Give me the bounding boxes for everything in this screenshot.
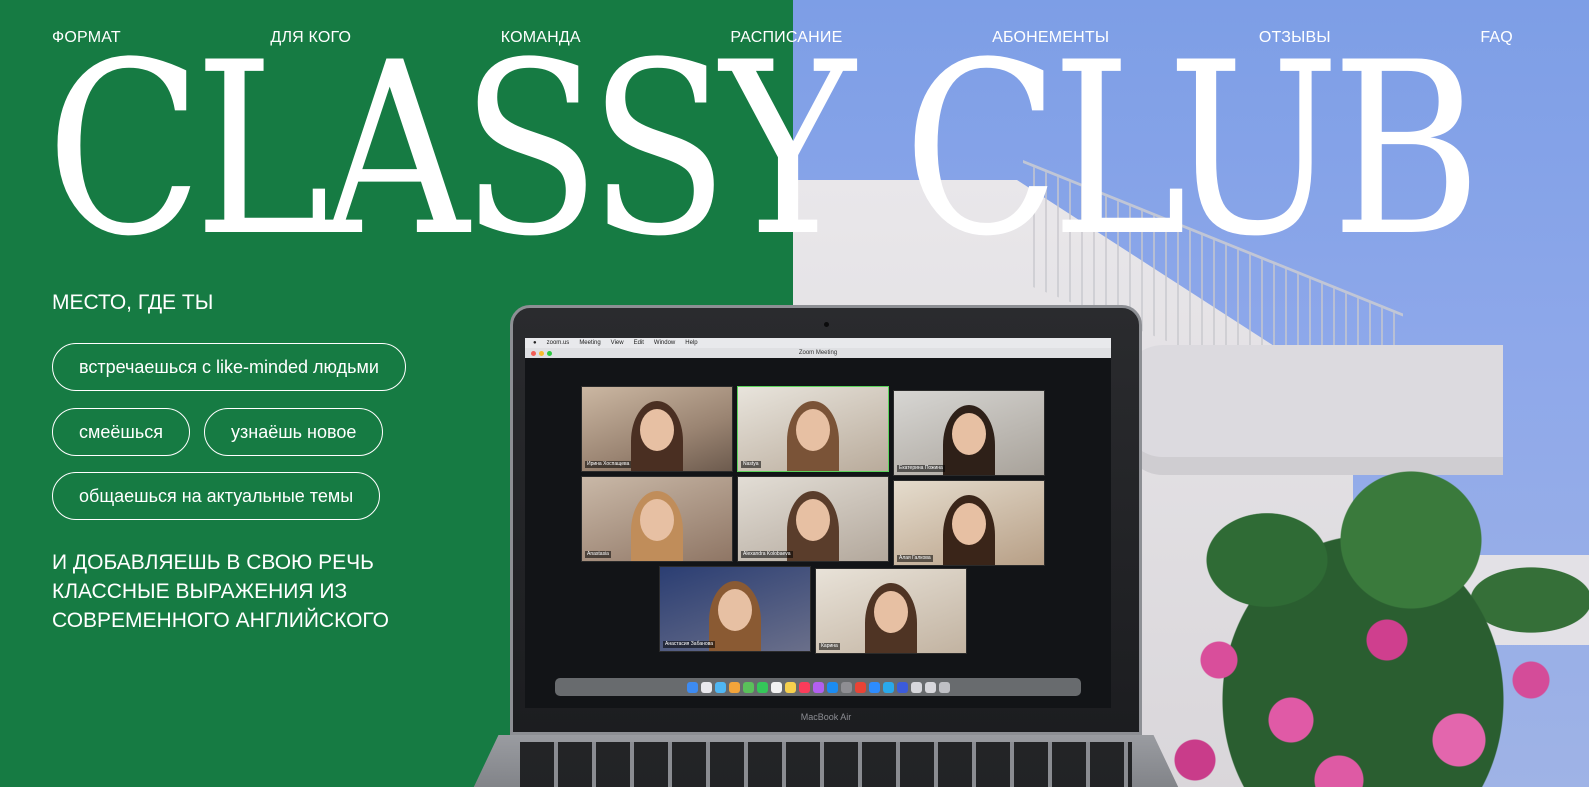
video-tile: Alexandra Kolobaeva: [737, 476, 889, 562]
trash-icon: [938, 681, 950, 693]
zoom-window-titlebar: Zoom Meeting: [525, 348, 1111, 358]
participant-face: [952, 413, 986, 455]
participant-face: [640, 499, 674, 541]
laptop-model-label: MacBook Air: [800, 712, 852, 722]
folder-icon: [910, 681, 922, 693]
nav-format[interactable]: ФОРМАТ: [52, 28, 121, 48]
feature-pill: встречаешься с like-minded людьми: [52, 343, 406, 391]
laptop-screen: ● zoom.us Meeting View Edit Window Help …: [525, 338, 1111, 708]
participant-name: Екатерина Пожина: [897, 465, 945, 472]
finder-icon: [686, 681, 698, 693]
messages-icon: [742, 681, 754, 693]
flowering-bush: [1123, 420, 1589, 787]
video-tile: Екатерина Пожина: [893, 390, 1045, 476]
safari-icon: [714, 681, 726, 693]
podcasts-icon: [812, 681, 824, 693]
participant-name: Anastasia: [585, 551, 611, 558]
laptop-camera: [824, 322, 829, 327]
feature-pill: смеёшься: [52, 408, 190, 456]
nav-team[interactable]: КОМАНДА: [501, 28, 581, 48]
menubar-item: Help: [685, 340, 698, 346]
hero-outro: И ДОБАВЛЯЕШЬ В СВОЮ РЕЧЬ КЛАССНЫЕ ВЫРАЖЕ…: [52, 551, 389, 632]
chrome-icon: [854, 681, 866, 693]
appstore-icon: [826, 681, 838, 693]
apple-icon: ●: [533, 340, 537, 346]
mac-dock: [555, 678, 1081, 696]
hero-intro: МЕСТО, ГДЕ ТЫ: [52, 291, 214, 314]
mac-menubar: ● zoom.us Meeting View Edit Window Help: [525, 338, 1111, 348]
top-navigation: ФОРМАТ ДЛЯ КОГО КОМАНДА РАСПИСАНИЕ АБОНЕ…: [52, 28, 1513, 48]
menubar-item: View: [610, 340, 624, 346]
participant-name: Nastya: [741, 461, 761, 468]
participant-name: Карина: [819, 643, 840, 650]
laptop-photo: ● zoom.us Meeting View Edit Window Help …: [510, 305, 1142, 735]
participant-name: Алая Галкова: [897, 555, 933, 562]
nav-reviews[interactable]: ОТЗЫВЫ: [1259, 28, 1331, 48]
menubar-item: Window: [653, 340, 676, 346]
video-tile: Алая Галкова: [893, 480, 1045, 566]
video-tile: Карина: [815, 568, 967, 654]
participant-face: [796, 409, 830, 451]
feature-pill: общаешься на актуальные темы: [52, 472, 381, 520]
zoom-icon: [868, 681, 880, 693]
telegram-icon: [882, 681, 894, 693]
facetime-icon: [756, 681, 768, 693]
nav-faq[interactable]: FAQ: [1480, 28, 1513, 48]
participant-face: [718, 589, 752, 631]
video-tile: Nastya: [737, 386, 889, 472]
music-icon: [798, 681, 810, 693]
folder-icon: [924, 681, 936, 693]
menubar-item: Meeting: [579, 340, 601, 346]
app-icon: [896, 681, 908, 693]
participant-face: [952, 503, 986, 545]
menubar-item: zoom.us: [546, 340, 570, 346]
hero-title: CLASSY CLUB: [46, 12, 1482, 289]
participant-face: [796, 499, 830, 541]
participant-face: [640, 409, 674, 451]
feature-pill: узнаёшь новое: [204, 408, 384, 456]
video-tile: Ирина Хоспащева: [581, 386, 733, 472]
participant-name: Анастасия Забанова: [663, 641, 716, 648]
participant-name: Alexandra Kolobaeva: [741, 551, 793, 558]
menubar-item: Edit: [633, 340, 644, 346]
laptop-keys: [520, 742, 1132, 787]
app-icon: [728, 681, 740, 693]
settings-icon: [840, 681, 852, 693]
zoom-window-title: Zoom Meeting: [798, 350, 838, 356]
notes-icon: [784, 681, 796, 693]
video-tile: Anastasia: [581, 476, 733, 562]
landing-page: ● zoom.us Meeting View Edit Window Help …: [0, 0, 1589, 787]
launchpad-icon: [700, 681, 712, 693]
nav-for-whom[interactable]: ДЛЯ КОГО: [270, 28, 351, 48]
participant-face: [874, 591, 908, 633]
participant-name: Ирина Хоспащева: [585, 461, 632, 468]
video-tile: Анастасия Забанова: [659, 566, 811, 652]
calendar-icon: [770, 681, 782, 693]
nav-subscriptions[interactable]: АБОНЕМЕНТЫ: [992, 28, 1109, 48]
nav-schedule[interactable]: РАСПИСАНИЕ: [730, 28, 842, 48]
